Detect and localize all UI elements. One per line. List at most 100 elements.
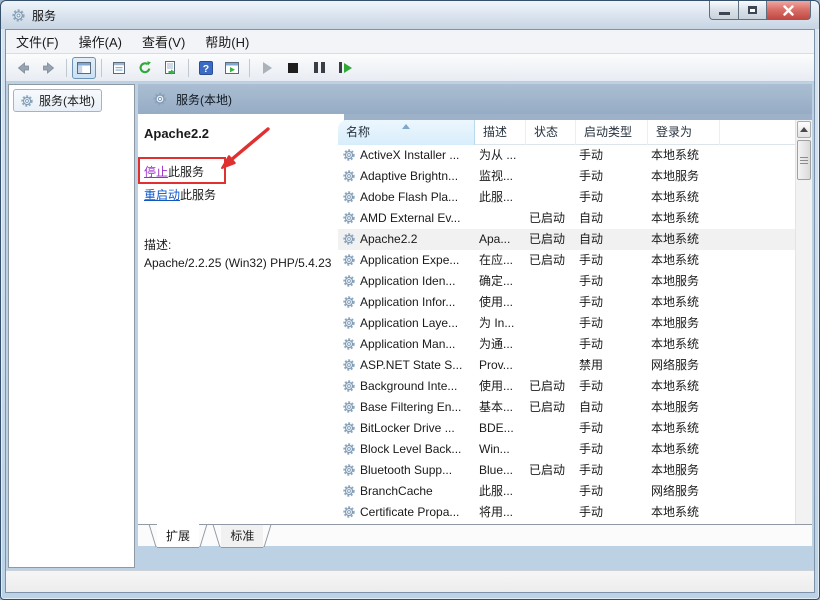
service-name-cell: Base Filtering En... xyxy=(338,397,475,418)
services-gear-icon xyxy=(152,91,168,107)
toolbar-separator xyxy=(66,59,67,77)
service-row[interactable]: Background Inte... 使用... 已启动 手动 本地系统 xyxy=(338,376,795,397)
tab-standard[interactable]: 标准 xyxy=(221,525,263,548)
service-rows: ActiveX Installer ... 为从 ... 手动 本地系统 Ada… xyxy=(338,145,795,546)
tree-item-label: 服务(本地) xyxy=(39,92,95,109)
service-status-cell xyxy=(526,271,576,292)
column-header-name[interactable]: 名称 xyxy=(338,120,475,145)
toolbar-separator xyxy=(101,59,102,77)
export-list-icon xyxy=(163,60,179,76)
service-logon-as-cell: 本地系统 xyxy=(648,439,748,460)
service-row[interactable]: Application Infor... 使用... 手动 本地系统 xyxy=(338,292,795,313)
back-button[interactable] xyxy=(11,57,35,79)
service-description-cell: 此服... xyxy=(475,187,526,208)
service-gear-icon xyxy=(342,169,356,183)
description-label: 描述: xyxy=(144,236,171,253)
refresh-button[interactable] xyxy=(133,57,157,79)
tab-extended[interactable]: 扩展 xyxy=(157,524,199,548)
close-button[interactable] xyxy=(767,1,811,20)
show-extended-view-button[interactable] xyxy=(220,57,244,79)
stop-service-link[interactable]: 停止 xyxy=(144,165,168,179)
task-pane: Apache2.2 停止此服务 重启动此服务 描述: Apache/2.2.25… xyxy=(138,114,344,546)
service-name-cell: AMD External Ev... xyxy=(338,208,475,229)
service-row[interactable]: Adaptive Brightn... 监视... 手动 本地服务 xyxy=(338,166,795,187)
service-startup-type-cell: 自动 xyxy=(576,208,648,229)
service-name-cell: Block Level Back... xyxy=(338,439,475,460)
service-status-cell xyxy=(526,481,576,502)
vertical-scrollbar[interactable] xyxy=(795,120,812,546)
menu-bar: 文件(F) 操作(A) 查看(V) 帮助(H) xyxy=(6,30,814,54)
service-row[interactable]: Application Laye... 为 In... 手动 本地服务 xyxy=(338,313,795,334)
service-row[interactable]: Adobe Flash Pla... 此服... 手动 本地系统 xyxy=(338,187,795,208)
tree-item-services-local[interactable]: 服务(本地) xyxy=(13,89,102,112)
service-logon-as-cell: 本地服务 xyxy=(648,166,748,187)
service-name-cell: Application Man... xyxy=(338,334,475,355)
column-header-description[interactable]: 描述 xyxy=(475,120,526,145)
play-icon xyxy=(263,62,272,74)
service-description-cell: 监视... xyxy=(475,166,526,187)
pause-service-button[interactable] xyxy=(307,57,331,79)
toolbar: ? xyxy=(6,54,814,82)
forward-button[interactable] xyxy=(37,57,61,79)
service-row[interactable]: Application Iden... 确定... 手动 本地服务 xyxy=(338,271,795,292)
service-name-cell: BitLocker Drive ... xyxy=(338,418,475,439)
extended-view-icon xyxy=(224,60,240,76)
column-header-status[interactable]: 状态 xyxy=(526,120,576,145)
service-row[interactable]: Bluetooth Supp... Blue... 已启动 手动 本地服务 xyxy=(338,460,795,481)
service-gear-icon xyxy=(342,190,356,204)
main-area: 服务(本地) 服务(本地) Apache2.2 停止此服务 xyxy=(6,82,814,570)
service-row[interactable]: ASP.NET State S... Prov... 禁用 网络服务 xyxy=(338,355,795,376)
menu-action[interactable]: 操作(A) xyxy=(69,29,132,54)
properties-button[interactable] xyxy=(107,57,131,79)
service-startup-type-cell: 手动 xyxy=(576,250,648,271)
service-description-cell: Blue... xyxy=(475,460,526,481)
service-name-cell: Apache2.2 xyxy=(338,229,475,250)
service-row[interactable]: Application Expe... 在应... 已启动 手动 本地系统 xyxy=(338,250,795,271)
menu-help[interactable]: 帮助(H) xyxy=(195,29,259,54)
service-row[interactable]: ActiveX Installer ... 为从 ... 手动 本地系统 xyxy=(338,145,795,166)
service-gear-icon xyxy=(342,337,356,351)
service-startup-type-cell: 手动 xyxy=(576,166,648,187)
minimize-button[interactable] xyxy=(709,1,739,20)
help-button[interactable]: ? xyxy=(194,57,218,79)
service-description-cell: 为从 ... xyxy=(475,145,526,166)
export-list-button[interactable] xyxy=(159,57,183,79)
column-header-startup-type[interactable]: 启动类型 xyxy=(576,120,648,145)
services-header-label: 服务(本地) xyxy=(176,91,232,108)
scroll-up-button[interactable] xyxy=(797,121,811,138)
menu-file[interactable]: 文件(F) xyxy=(6,29,69,54)
service-startup-type-cell: 手动 xyxy=(576,376,648,397)
service-row[interactable]: AMD External Ev... 已启动 自动 本地系统 xyxy=(338,208,795,229)
restart-service-button[interactable] xyxy=(333,57,357,79)
service-name-cell: Application Expe... xyxy=(338,250,475,271)
service-gear-icon xyxy=(342,274,356,288)
column-header-logon-as[interactable]: 登录为 xyxy=(648,120,720,145)
service-row[interactable]: Apache2.2 Apa... 已启动 自动 本地系统 xyxy=(338,229,795,250)
title-bar[interactable]: 服务 xyxy=(1,1,819,29)
scrollbar-thumb[interactable] xyxy=(797,140,811,180)
service-row[interactable]: Application Man... 为通... 手动 本地系统 xyxy=(338,334,795,355)
service-gear-icon xyxy=(342,379,356,393)
restart-service-link[interactable]: 重启动 xyxy=(144,188,180,202)
service-startup-type-cell: 手动 xyxy=(576,292,648,313)
service-name-cell: ASP.NET State S... xyxy=(338,355,475,376)
right-pane: 服务(本地) Apache2.2 停止此服务 重启动此服务 xyxy=(138,84,812,568)
service-name-cell: Bluetooth Supp... xyxy=(338,460,475,481)
start-service-button[interactable] xyxy=(255,57,279,79)
service-row[interactable]: Base Filtering En... 基本... 已启动 自动 本地服务 xyxy=(338,397,795,418)
restart-link-suffix: 此服务 xyxy=(180,188,216,202)
service-name-cell: Application Infor... xyxy=(338,292,475,313)
menu-view[interactable]: 查看(V) xyxy=(132,29,195,54)
service-row[interactable]: BitLocker Drive ... BDE... 手动 本地系统 xyxy=(338,418,795,439)
show-console-tree-button[interactable] xyxy=(72,57,96,79)
service-row[interactable]: BranchCache 此服... 手动 网络服务 xyxy=(338,481,795,502)
close-icon xyxy=(783,5,794,16)
service-startup-type-cell: 手动 xyxy=(576,334,648,355)
maximize-button[interactable] xyxy=(739,1,767,20)
service-row[interactable]: Certificate Propa... 将用... 手动 本地系统 xyxy=(338,502,795,523)
service-row[interactable]: Block Level Back... Win... 手动 本地系统 xyxy=(338,439,795,460)
service-logon-as-cell: 本地服务 xyxy=(648,313,748,334)
service-startup-type-cell: 手动 xyxy=(576,271,648,292)
stop-service-button[interactable] xyxy=(281,57,305,79)
service-name-cell: Adaptive Brightn... xyxy=(338,166,475,187)
